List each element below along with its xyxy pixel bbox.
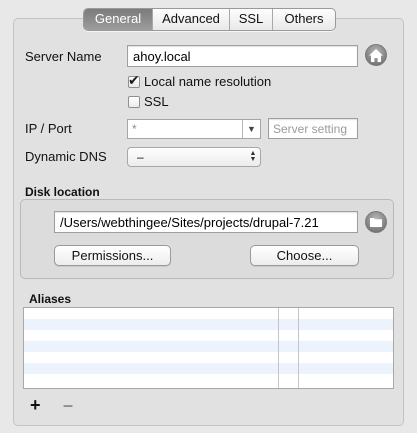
aliases-title: Aliases: [29, 292, 72, 306]
up-down-arrows-icon: ▲ ▼: [249, 150, 257, 163]
server-name-field[interactable]: [127, 45, 358, 67]
local-name-resolution-label: Local name resolution: [144, 74, 272, 89]
column-divider[interactable]: [278, 308, 279, 388]
tab-ssl[interactable]: SSL: [229, 9, 272, 30]
tab-advanced[interactable]: Advanced: [152, 9, 229, 30]
tab-others[interactable]: Others: [272, 9, 335, 30]
checkmark-icon: ✔: [128, 71, 140, 88]
ip-value[interactable]: *: [128, 120, 242, 138]
table-row[interactable]: [24, 341, 393, 352]
add-alias-button[interactable]: +: [30, 396, 41, 414]
ssl-row[interactable]: SSL: [128, 94, 169, 109]
folder-icon: [370, 218, 382, 227]
home-button[interactable]: [365, 44, 387, 66]
ip-port-label: IP / Port: [25, 121, 72, 136]
table-row[interactable]: [24, 308, 393, 319]
ssl-checkbox[interactable]: [128, 95, 140, 108]
tab-bar: General Advanced SSL Others: [83, 8, 336, 31]
dynamic-dns-popup[interactable]: – ▲ ▼: [127, 147, 261, 167]
table-row[interactable]: [24, 319, 393, 330]
port-field[interactable]: [268, 118, 358, 139]
disk-location-title: Disk location: [25, 185, 100, 199]
column-divider[interactable]: [298, 308, 299, 388]
table-row[interactable]: [24, 330, 393, 341]
permissions-button[interactable]: Permissions...: [54, 245, 171, 266]
local-name-resolution-checkbox[interactable]: ✔: [128, 71, 140, 88]
choose-button[interactable]: Choose...: [250, 245, 359, 266]
chevron-down-icon[interactable]: ▼: [242, 120, 260, 138]
dynamic-dns-label: Dynamic DNS: [25, 149, 107, 164]
ip-combo-box[interactable]: * ▼: [127, 119, 261, 139]
server-name-label: Server Name: [25, 49, 102, 64]
disk-path-field[interactable]: [54, 211, 358, 233]
table-row[interactable]: [24, 363, 393, 374]
home-icon: [369, 48, 383, 62]
table-row[interactable]: [24, 374, 393, 385]
remove-alias-button[interactable]: –: [63, 396, 73, 414]
ssl-label: SSL: [144, 94, 169, 109]
reveal-folder-button[interactable]: [365, 211, 387, 233]
aliases-table[interactable]: [23, 307, 394, 389]
dynamic-dns-value: –: [137, 150, 144, 164]
local-name-resolution-row[interactable]: ✔ Local name resolution: [128, 71, 272, 89]
table-row[interactable]: [24, 352, 393, 363]
tab-general[interactable]: General: [84, 9, 152, 30]
